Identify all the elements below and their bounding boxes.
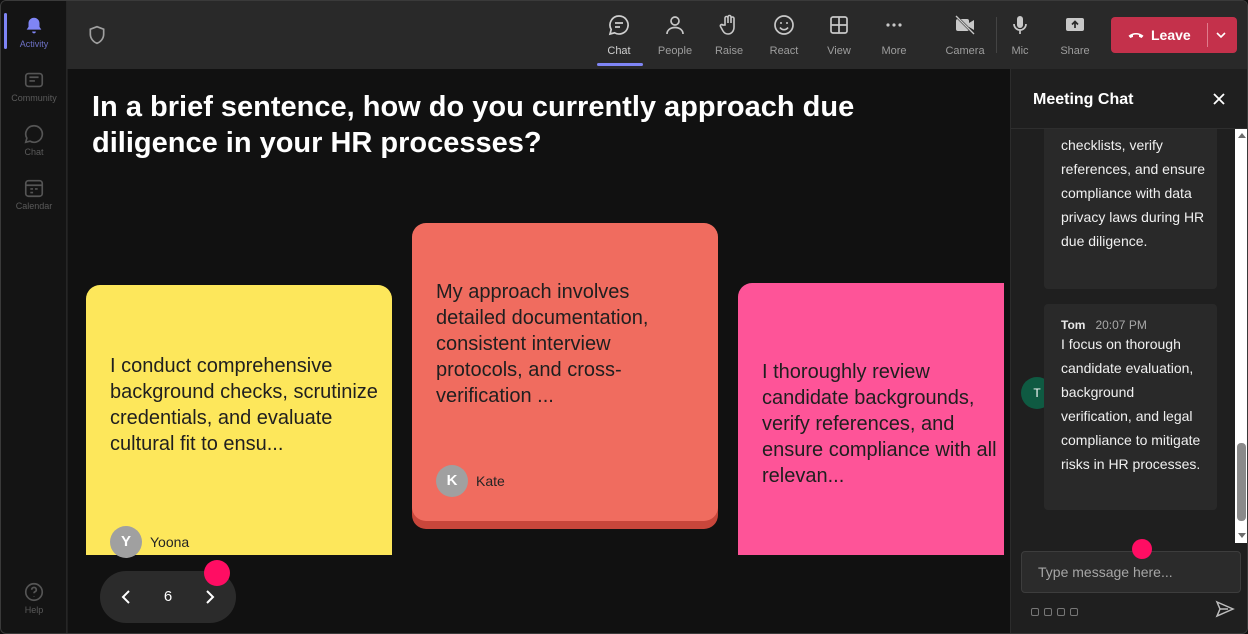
community-icon <box>24 72 44 88</box>
chevron-left-icon[interactable] <box>116 587 136 607</box>
message-text: checklists, verify references, and ensur… <box>1061 137 1205 249</box>
gif-icon[interactable] <box>1070 608 1078 616</box>
sticky-note-card[interactable]: I conduct comprehensive background check… <box>86 285 392 558</box>
chat-header: Meeting Chat <box>1011 69 1247 129</box>
send-icon[interactable] <box>1215 599 1235 619</box>
calendar-icon <box>24 179 44 198</box>
author-name: Kate <box>476 473 505 489</box>
rail-item-activity[interactable]: Activity <box>1 5 67 57</box>
people-button[interactable]: People <box>651 9 699 63</box>
rail-item-label: Help <box>24 605 44 615</box>
meeting-toolbar: Chat People Raise React View More Camera <box>67 1 1247 69</box>
people-icon <box>666 16 684 35</box>
note-text: I conduct comprehensive background check… <box>110 355 378 455</box>
page-number: 6 <box>163 588 173 605</box>
message-meta: Tom 20:07 PM <box>1061 313 1147 337</box>
grid-view-icon <box>830 16 848 34</box>
hang-up-icon <box>1128 32 1144 38</box>
format-icon[interactable] <box>1031 608 1039 616</box>
rail-item-community[interactable]: Community <box>1 59 67 111</box>
more-button[interactable]: More <box>870 9 918 63</box>
chat-icon <box>608 15 629 36</box>
close-icon[interactable] <box>1211 91 1227 107</box>
mic-button-label: Mic <box>1011 45 1029 57</box>
message-time: 20:07 PM <box>1095 318 1147 332</box>
raise-hand-icon <box>719 14 735 35</box>
react-button[interactable]: React <box>760 9 808 63</box>
presentation-stage: In a brief sentence, how do you currentl… <box>68 69 1010 633</box>
bell-icon <box>26 17 42 34</box>
people-button-label: People <box>657 45 693 57</box>
scroll-up-arrow-icon[interactable] <box>1238 133 1246 138</box>
message-text: I focus on thorough candidate evaluation… <box>1061 336 1201 472</box>
sticky-note-card[interactable]: My approach involves detailed documentat… <box>412 223 718 521</box>
app-rail: Activity Community Chat Calendar Help <box>1 1 67 633</box>
author-name: Yoona <box>150 534 190 550</box>
raise-button-label: Raise <box>714 45 744 57</box>
mic-button[interactable]: Mic <box>996 9 1044 63</box>
more-dots-icon <box>886 23 902 27</box>
active-tab-indicator <box>597 63 643 66</box>
smiley-icon <box>774 15 794 35</box>
chat-button[interactable]: Chat <box>595 9 643 63</box>
camera-button-label: Camera <box>945 45 985 57</box>
message-input[interactable] <box>1022 552 1240 592</box>
chat-message: Tom 20:07 PM I focus on thorough candidat… <box>1044 304 1217 510</box>
chat-message: checklists, verify references, and ensur… <box>1044 129 1217 289</box>
attach-icon[interactable] <box>1044 608 1052 616</box>
leave-button[interactable]: Leave <box>1111 17 1237 53</box>
scroll-down-arrow-icon[interactable] <box>1238 533 1246 538</box>
sticky-note-card[interactable]: I thoroughly review candidate background… <box>738 283 1004 555</box>
rail-item-label: Community <box>11 93 57 103</box>
microphone-icon <box>1013 16 1027 34</box>
chat-title: Meeting Chat <box>1033 91 1134 108</box>
chat-bubble-icon <box>24 124 44 144</box>
more-button-label: More <box>881 45 907 57</box>
rail-item-calendar[interactable]: Calendar <box>1 167 67 219</box>
camera-button[interactable]: Camera <box>941 9 989 63</box>
message-compose-box[interactable] <box>1021 551 1241 593</box>
raise-hand-button[interactable]: Raise <box>705 9 753 63</box>
note-text: My approach involves detailed documentat… <box>436 281 649 407</box>
pointer-indicator <box>204 560 230 586</box>
question-title: In a brief sentence, how do you currentl… <box>92 91 855 159</box>
emoji-icon[interactable] <box>1057 608 1065 616</box>
format-toolbar <box>1031 603 1083 616</box>
avatar: Y <box>110 526 142 558</box>
chat-message-list: checklists, verify references, and ensur… <box>1011 129 1235 543</box>
rail-item-label: Chat <box>24 147 44 157</box>
scrollbar-thumb[interactable] <box>1237 443 1246 521</box>
avatar: K <box>436 465 468 497</box>
rail-item-help[interactable]: Help <box>1 571 67 623</box>
view-button[interactable]: View <box>815 9 863 63</box>
view-button-label: View <box>827 45 851 57</box>
rail-item-chat[interactable]: Chat <box>1 113 67 165</box>
pointer-indicator <box>1132 539 1152 559</box>
rail-item-label: Calendar <box>15 201 53 211</box>
chevron-right-icon[interactable] <box>200 587 220 607</box>
message-author: Tom <box>1061 318 1086 332</box>
share-button-label: Share <box>1060 45 1090 57</box>
rail-item-label: Activity <box>19 39 49 49</box>
help-icon <box>24 582 44 602</box>
leave-label: Leave <box>1151 27 1191 43</box>
share-button[interactable]: Share <box>1051 9 1099 63</box>
chevron-down-icon[interactable] <box>1215 29 1227 41</box>
teams-meeting-window: Activity Community Chat Calendar Help Ch… <box>0 0 1248 634</box>
shield-icon[interactable] <box>87 25 107 45</box>
meeting-chat-panel: Meeting Chat checklists, verify referenc… <box>1010 69 1247 633</box>
camera-off-icon <box>955 15 975 35</box>
note-text: I thoroughly review candidate background… <box>762 361 997 487</box>
react-button-label: React <box>769 45 799 57</box>
leave-divider <box>1207 23 1208 47</box>
chat-button-label: Chat <box>607 45 631 57</box>
share-screen-icon <box>1066 18 1084 31</box>
